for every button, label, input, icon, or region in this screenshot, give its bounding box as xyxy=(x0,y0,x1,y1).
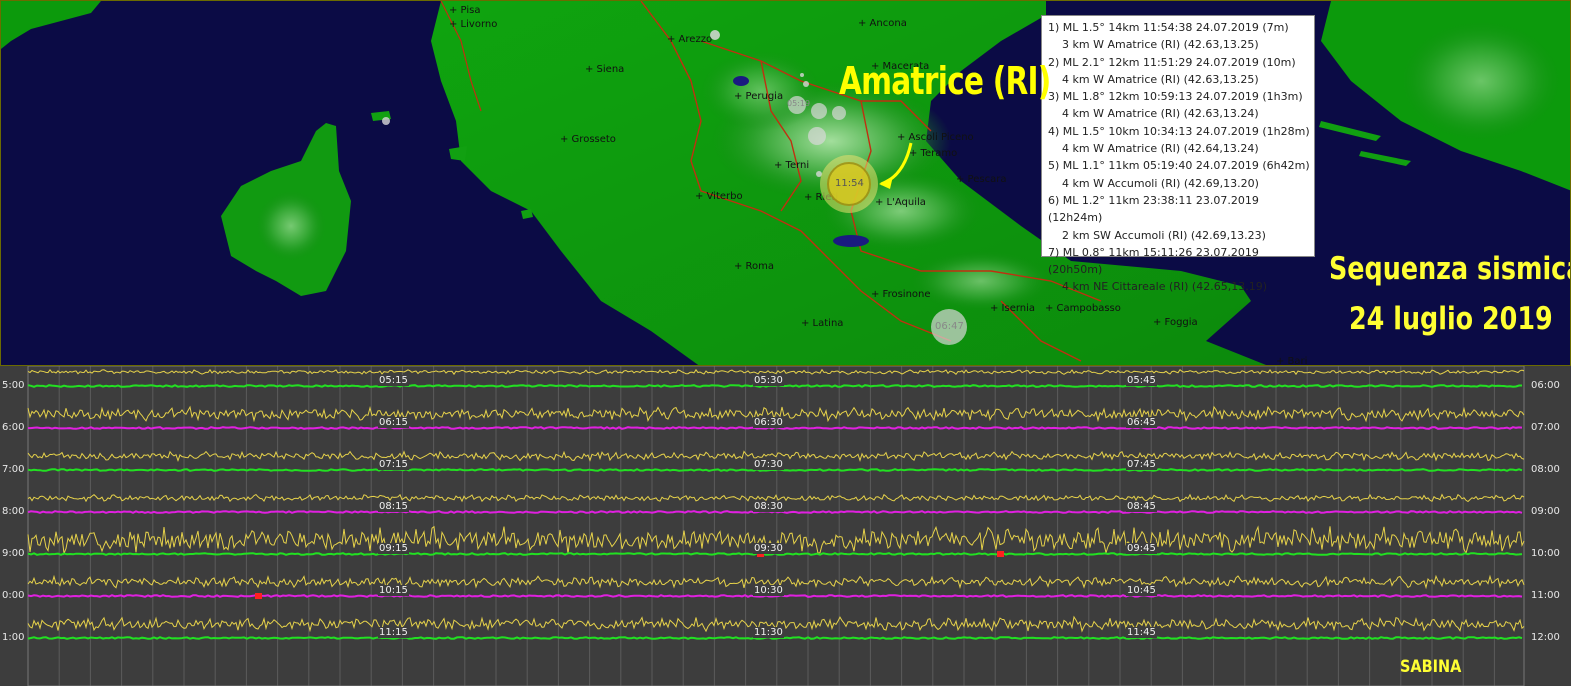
minute-tick-label: 05:15 xyxy=(378,375,409,386)
minute-tick-label: 07:45 xyxy=(1126,459,1157,470)
quake-entry-header: 3) ML 1.8° 12km 10:59:13 24.07.2019 (1h3… xyxy=(1048,90,1303,104)
hour-label-left: 5:00 xyxy=(2,380,25,391)
hour-label-right: 12:00 xyxy=(1531,632,1560,643)
minute-tick-label: 07:15 xyxy=(378,459,409,470)
marker-label-0519: 05:19 xyxy=(787,99,811,108)
hour-label-left: 0:00 xyxy=(2,590,25,601)
quake-marker-small[interactable] xyxy=(803,81,809,87)
minute-tick-label: 11:15 xyxy=(378,627,409,638)
hour-label-left: 6:00 xyxy=(2,422,25,433)
hour-label-right: 08:00 xyxy=(1531,464,1560,475)
minute-tick-label: 06:15 xyxy=(378,417,409,428)
quake-entry-location: 4 km W Amatrice (RI) (42.64,13.24) xyxy=(1062,142,1259,156)
quake-entry-location: 4 km NE Cittareale (RI) (42.65,13.19) xyxy=(1062,280,1267,294)
minute-tick-label: 05:30 xyxy=(753,375,784,386)
hour-label-right: 07:00 xyxy=(1531,422,1560,433)
event-marker xyxy=(255,593,262,599)
earthquake-markers xyxy=(382,30,967,345)
minute-tick-label: 10:15 xyxy=(378,585,409,596)
minute-tick-label: 09:45 xyxy=(1126,543,1157,554)
minute-tick-label: 11:30 xyxy=(753,627,784,638)
minute-tick-label: 11:45 xyxy=(1126,627,1157,638)
minute-tick-label: 06:45 xyxy=(1126,417,1157,428)
hour-label-right: 09:00 xyxy=(1531,506,1560,517)
quake-entry-header: 4) ML 1.5° 10km 10:34:13 24.07.2019 (1h2… xyxy=(1048,124,1310,138)
quake-entry-header: 7) ML 0.8° 11km 15:11:26 23.07.2019 (20h… xyxy=(1048,245,1259,277)
quake-entry-header: 1) ML 1.5° 14km 11:54:38 24.07.2019 (7m) xyxy=(1048,21,1289,34)
minute-tick-label: 09:15 xyxy=(378,543,409,554)
hour-label-right: 10:00 xyxy=(1531,548,1560,559)
quake-entry-header: 2) ML 2.1° 12km 11:51:29 24.07.2019 (10m… xyxy=(1048,55,1296,69)
quake-marker-small[interactable] xyxy=(800,73,804,77)
quake-entry-location: 4 km W Amatrice (RI) (42.63,13.24) xyxy=(1062,107,1259,121)
epicenter-title: Amatrice (RI) xyxy=(839,59,1051,103)
quake-marker-small[interactable] xyxy=(811,103,827,119)
quake-marker-small[interactable] xyxy=(832,106,846,120)
quake-marker-small[interactable] xyxy=(710,30,720,40)
marker-label-0647: 06:47 xyxy=(935,321,964,332)
event-marker xyxy=(997,551,1004,557)
station-name: SABINA xyxy=(1400,657,1462,677)
minute-tick-label: 10:30 xyxy=(753,585,784,596)
hour-label-right: 11:00 xyxy=(1531,590,1560,601)
hour-label-left: 1:00 xyxy=(2,632,25,643)
quake-entry-location: 3 km W Amatrice (RI) (42.63,13.25) xyxy=(1062,38,1259,52)
marker-label-main: 11:54 xyxy=(835,178,864,189)
helicorder-seismogram[interactable]: 5:00 6:00 7:00 8:00 9:00 0:00 1:00 06:00 07:00 08… xyxy=(0,366,1571,686)
minute-tick-label: 08:45 xyxy=(1126,501,1157,512)
quake-entry-location: 2 km SW Accumoli (RI) (42.69,13.23) xyxy=(1062,228,1266,242)
recent-earthquakes-list: 1) ML 1.5° 14km 11:54:38 24.07.2019 (7m)… xyxy=(1041,15,1315,293)
epicenter-map[interactable]: + Pisa + Livorno + Arezzo + Ancona + Siena + … xyxy=(0,0,1571,366)
minute-tick-label: 06:30 xyxy=(753,417,784,428)
minute-tick-label: 09:30 xyxy=(753,543,784,554)
minute-tick-label: 08:30 xyxy=(753,501,784,512)
minute-tick-label: 07:30 xyxy=(753,459,784,470)
seismic-trace-yellow xyxy=(27,368,1525,376)
quake-entry-header: 5) ML 1.1° 11km 05:19:40 24.07.2019 (6h4… xyxy=(1048,159,1310,173)
hour-label-right: 06:00 xyxy=(1531,380,1560,391)
seismogram-traces xyxy=(27,366,1525,686)
minute-tick-label: 08:15 xyxy=(378,501,409,512)
quake-entry-header: 6) ML 1.2° 11km 23:38:11 23.07.2019 (12h… xyxy=(1048,193,1259,225)
hour-label-left: 7:00 xyxy=(2,464,25,475)
minute-tick-label: 05:45 xyxy=(1126,375,1157,386)
quake-marker-small[interactable] xyxy=(808,127,826,145)
quake-marker-small[interactable] xyxy=(382,117,390,125)
sequence-title-line1: Sequenza sismica xyxy=(1329,251,1571,287)
minute-tick-label: 10:45 xyxy=(1126,585,1157,596)
sequence-title-line2: 24 luglio 2019 xyxy=(1349,301,1553,337)
quake-entry-location: 4 km W Accumoli (RI) (42.69,13.20) xyxy=(1062,176,1259,190)
hour-label-left: 9:00 xyxy=(2,548,25,559)
hour-label-left: 8:00 xyxy=(2,506,25,517)
quake-entry-location: 4 km W Amatrice (RI) (42.63,13.25) xyxy=(1062,72,1259,86)
